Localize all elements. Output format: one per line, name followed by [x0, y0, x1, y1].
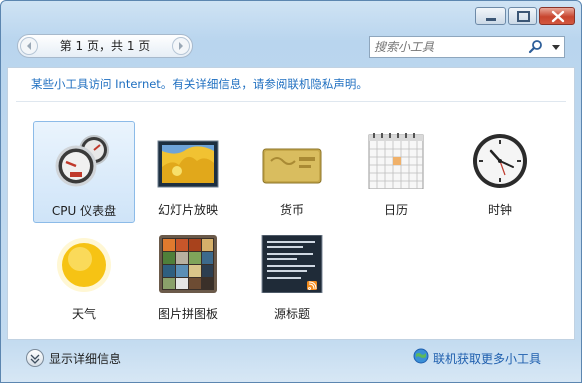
chevron-down-icon	[30, 354, 40, 364]
gadget-tile-slideshow[interactable]: 幻灯片放映	[137, 121, 239, 223]
gadget-label: 日历	[383, 203, 408, 217]
gadget-label: 时钟	[487, 203, 512, 217]
next-page-button[interactable]	[172, 37, 190, 55]
maximize-icon	[517, 11, 530, 22]
minimize-button[interactable]	[475, 7, 506, 25]
gadget-tile-currency[interactable]: 货币	[241, 121, 343, 223]
page-indicator: 第 1 页，共 1 页	[59, 39, 151, 53]
chevron-left-icon	[27, 42, 31, 50]
gadget-label: CPU 仪表盘	[51, 204, 117, 218]
cpu-meter-icon	[55, 135, 109, 187]
gadgets-window: 第 1 页，共 1 页 某些小工具访问 Internet。有关详细信息，请参阅联…	[0, 0, 582, 383]
minimize-icon	[486, 18, 496, 21]
maximize-button[interactable]	[508, 7, 537, 25]
privacy-notice-link[interactable]: 某些小工具访问 Internet。有关详细信息，请参阅联机隐私声明。	[31, 76, 368, 92]
gadget-tile-clock[interactable]: 时钟	[449, 121, 551, 223]
slideshow-icon	[157, 140, 219, 188]
clock-icon	[473, 134, 527, 188]
picture-puzzle-icon	[159, 235, 217, 293]
globe-icon	[413, 348, 429, 364]
close-button[interactable]	[539, 7, 575, 25]
gadget-tile-weather[interactable]: 天气	[33, 225, 135, 327]
gadget-tile-feed-headlines[interactable]: 源标题	[241, 225, 343, 327]
divider	[16, 101, 566, 102]
page-navigator: 第 1 页，共 1 页	[17, 34, 193, 58]
gadget-label: 源标题	[273, 307, 310, 321]
gadget-tile-picture-puzzle[interactable]: 图片拼图板	[137, 225, 239, 327]
get-more-gadgets-link[interactable]: 联机获取更多小工具	[433, 350, 541, 367]
gadget-label: 幻灯片放映	[157, 203, 218, 217]
currency-icon	[262, 148, 322, 184]
chevron-right-icon	[179, 42, 183, 50]
close-icon	[551, 10, 565, 23]
gadget-label: 货币	[279, 203, 304, 217]
show-details-label[interactable]: 显示详细信息	[49, 350, 121, 367]
search-icon[interactable]	[528, 39, 544, 55]
calendar-icon	[368, 133, 424, 189]
feed-headlines-icon	[261, 235, 323, 293]
gadget-gallery: 某些小工具访问 Internet。有关详细信息，请参阅联机隐私声明。 CPU 仪…	[7, 67, 575, 340]
toolbar: 第 1 页，共 1 页	[7, 31, 575, 67]
previous-page-button[interactable]	[20, 37, 38, 55]
gadget-label: 天气	[71, 307, 96, 321]
gadget-tile-calendar[interactable]: 日历	[345, 121, 447, 223]
chevron-down-icon[interactable]	[548, 39, 564, 55]
search-box[interactable]	[369, 36, 565, 58]
gadget-label: 图片拼图板	[157, 307, 218, 321]
footer: 显示详细信息 联机获取更多小工具	[1, 340, 581, 382]
title-bar[interactable]	[1, 1, 581, 29]
search-input[interactable]	[374, 38, 524, 56]
show-details-button[interactable]	[26, 349, 44, 367]
gadget-tile-cpu-meter[interactable]: CPU 仪表盘	[33, 121, 135, 223]
weather-icon	[57, 238, 111, 292]
